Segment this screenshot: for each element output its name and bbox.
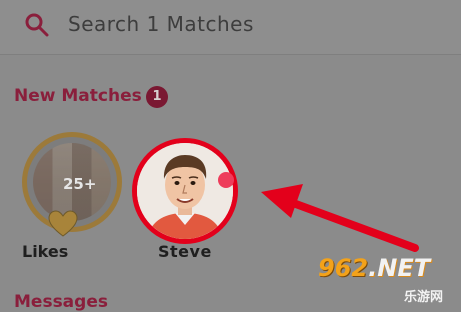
red-arrow-icon <box>261 184 419 252</box>
search-bar[interactable]: Search 1 Matches <box>0 0 461 55</box>
watermark-logo: 962.NET 乐游网 <box>318 254 456 308</box>
likes-count: 25+ <box>63 175 97 193</box>
messages-title: Messages <box>14 292 108 312</box>
search-icon <box>25 13 49 37</box>
watermark-brand: 962.NET <box>318 254 430 282</box>
watermark-subtitle: 乐游网 <box>404 290 444 305</box>
new-matches-title: New Matches <box>14 86 142 106</box>
steve-label: Steve <box>158 242 212 261</box>
steve-avatar[interactable] <box>132 138 238 244</box>
steve-portrait <box>137 143 233 239</box>
likes-label: Likes <box>22 242 69 261</box>
heart-icon <box>48 210 78 237</box>
search-input[interactable]: Search 1 Matches <box>68 12 254 36</box>
new-matches-badge: 1 <box>146 86 168 108</box>
watermark-suffix: .NET <box>368 254 431 282</box>
watermark-number: 962 <box>318 254 369 282</box>
online-status-dot <box>218 172 234 188</box>
